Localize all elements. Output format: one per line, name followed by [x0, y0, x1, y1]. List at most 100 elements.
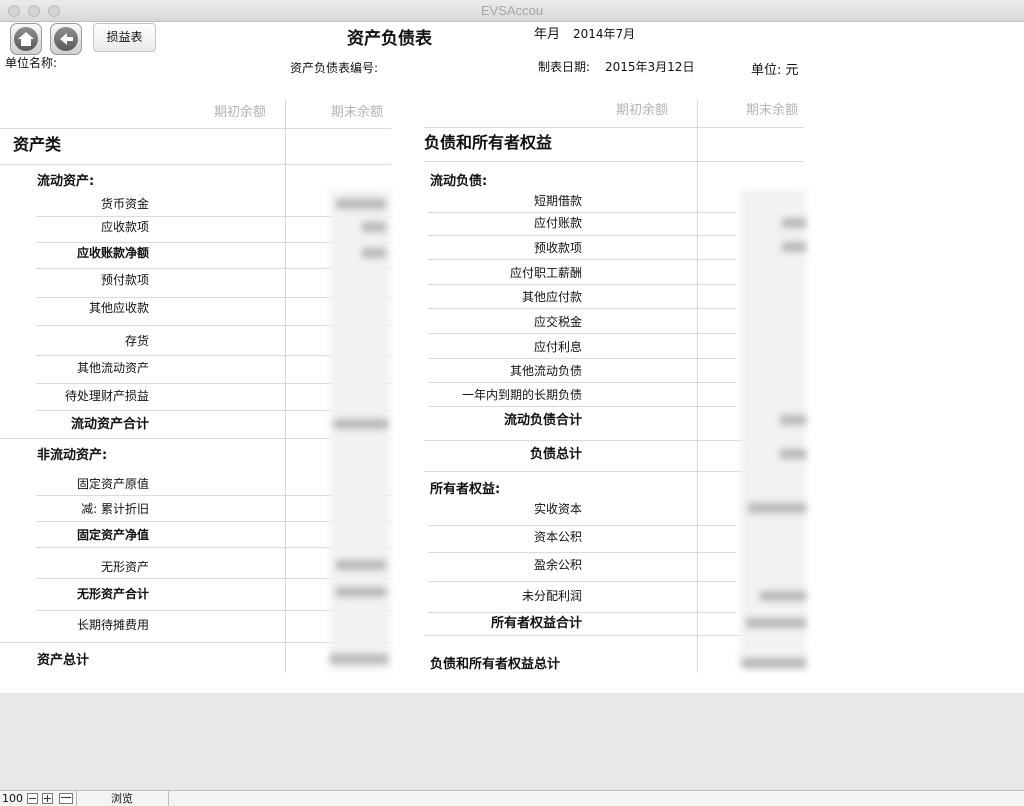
- divider: [428, 333, 736, 334]
- home-button[interactable]: [10, 23, 42, 55]
- window-title: EVSAccou: [480, 3, 544, 18]
- blurred-value: [742, 658, 806, 668]
- zoom-in-button[interactable]: [42, 793, 53, 804]
- divider: [0, 128, 391, 129]
- assets-opening-header: 期初余额: [214, 105, 267, 120]
- blurred-value: [330, 654, 388, 664]
- liab-row-payables: 应付账款: [533, 216, 582, 230]
- asset-row-other-current: 其他流动资产: [76, 361, 149, 375]
- empty-area: [0, 693, 1024, 790]
- report-number-label: 资产负债表编号:: [290, 61, 379, 75]
- layout-toggle-button[interactable]: [59, 793, 73, 804]
- equity-row-surplus-reserve: 盈余公积: [533, 558, 582, 572]
- divider: [428, 525, 736, 526]
- asset-row-intangibles: 无形资产: [100, 560, 149, 574]
- asset-row-pending-losses: 待处理财产损益: [64, 389, 149, 403]
- current-assets-title: 流动资产:: [37, 174, 95, 189]
- blurred-value: [780, 449, 806, 459]
- divider: [428, 612, 736, 613]
- asset-row-net-receivables: 应收账款净额: [76, 246, 149, 260]
- divider: [428, 284, 736, 285]
- liab-row-other-current: 其他流动负债: [509, 364, 582, 378]
- divider: [428, 235, 736, 236]
- divider: [428, 212, 736, 213]
- blurred-value: [746, 618, 806, 628]
- period-label: 年月: [534, 27, 561, 42]
- back-button[interactable]: [50, 23, 82, 55]
- liabilities-total: 负债总计: [529, 447, 582, 462]
- divider: [428, 382, 736, 383]
- blurred-value: [748, 503, 806, 513]
- blurred-value: [780, 415, 806, 425]
- asset-row-receivables: 应收款项: [100, 220, 149, 234]
- zoom-level: 100: [2, 792, 23, 805]
- blurred-value: [336, 560, 386, 570]
- asset-row-fixed-net: 固定资产净值: [76, 528, 149, 542]
- blurred-value: [760, 591, 806, 601]
- asset-row-prepayments: 预付款项: [100, 273, 149, 287]
- blurred-value: [782, 218, 806, 228]
- liab-equity-grand-total: 负债和所有者权益总计: [430, 657, 561, 672]
- divider: [424, 161, 804, 162]
- liab-row-short-loans: 短期借款: [533, 194, 582, 208]
- asset-row-cash: 货币资金: [100, 197, 149, 211]
- liab-row-long-term-due: 一年内到期的长期负债: [461, 388, 582, 402]
- current-liab-total: 流动负债合计: [503, 413, 582, 428]
- equity-total: 所有者权益合计: [490, 616, 582, 631]
- plus-icon: [44, 795, 51, 802]
- blurred-value: [782, 242, 806, 252]
- liab-section-title: 负债和所有者权益: [424, 133, 553, 152]
- liab-row-other-payables: 其他应付款: [521, 290, 582, 304]
- unit-label: 单位: 元: [751, 63, 799, 78]
- blurred-value: [334, 419, 388, 429]
- divider: [428, 308, 736, 309]
- blurred-value: [336, 587, 386, 597]
- liab-row-advance-receipts: 预收款项: [533, 241, 582, 255]
- liab-opening-header: 期初余额: [616, 103, 669, 118]
- equity-row-capital-reserve: 资本公积: [533, 530, 582, 544]
- equity-row-paid-in-capital: 实收资本: [533, 502, 582, 516]
- report-date-value: 2015年3月12日: [605, 60, 695, 74]
- home-icon-glyph: [18, 32, 34, 46]
- assets-column-divider: [285, 100, 286, 673]
- income-statement-button[interactable]: 损益表: [93, 23, 156, 52]
- asset-row-intangibles-total: 无形资产合计: [76, 587, 149, 601]
- liab-row-taxes: 应交税金: [533, 315, 582, 329]
- assets-section-title: 资产类: [13, 135, 62, 154]
- report-layout: 损益表 资产负债表 年月 2014年7月 单位名称: 资产负债表编号: 制表日期…: [0, 22, 1024, 693]
- current-liab-title: 流动负债:: [430, 174, 488, 189]
- asset-row-prepaid-expenses: 长期待摊费用: [76, 618, 149, 632]
- minus-icon: [29, 798, 36, 799]
- zoom-out-button[interactable]: [27, 793, 38, 804]
- layout-icon: [61, 797, 71, 798]
- asset-row-fixed-original: 固定资产原值: [76, 477, 149, 491]
- asset-row-depreciation: 减: 累计折旧: [81, 502, 149, 516]
- liab-column-divider: [697, 100, 698, 673]
- liab-row-interest: 应付利息: [533, 340, 582, 354]
- liab-row-payroll: 应付职工薪酬: [509, 266, 582, 280]
- browse-mode-label[interactable]: 浏览: [111, 792, 133, 805]
- report-title: 资产负债表: [347, 29, 432, 49]
- current-assets-total: 流动资产合计: [70, 417, 149, 432]
- equity-row-retained-earnings: 未分配利润: [521, 589, 582, 603]
- divider: [0, 164, 391, 165]
- divider: [428, 358, 736, 359]
- company-label: 单位名称:: [5, 56, 58, 70]
- status-bar: 100 浏览: [0, 790, 1024, 806]
- period-value: 2014年7月: [573, 27, 636, 41]
- blurred-value: [362, 248, 386, 258]
- asset-row-other-receivables: 其他应收款: [88, 301, 149, 315]
- divider: [428, 552, 736, 553]
- divider: [428, 406, 736, 407]
- blurred-value: [362, 222, 386, 232]
- noncurrent-assets-title: 非流动资产:: [37, 448, 108, 463]
- asset-row-inventory: 存货: [124, 334, 149, 348]
- divider: [424, 127, 804, 128]
- assets-closing-header: 期末余额: [331, 105, 384, 120]
- title-bar: EVSAccou: [0, 0, 1024, 22]
- blurred-values-region: [330, 190, 390, 670]
- divider: [428, 259, 736, 260]
- report-date-label: 制表日期:: [538, 60, 591, 74]
- liab-closing-header: 期末余额: [746, 103, 799, 118]
- divider: [168, 791, 169, 806]
